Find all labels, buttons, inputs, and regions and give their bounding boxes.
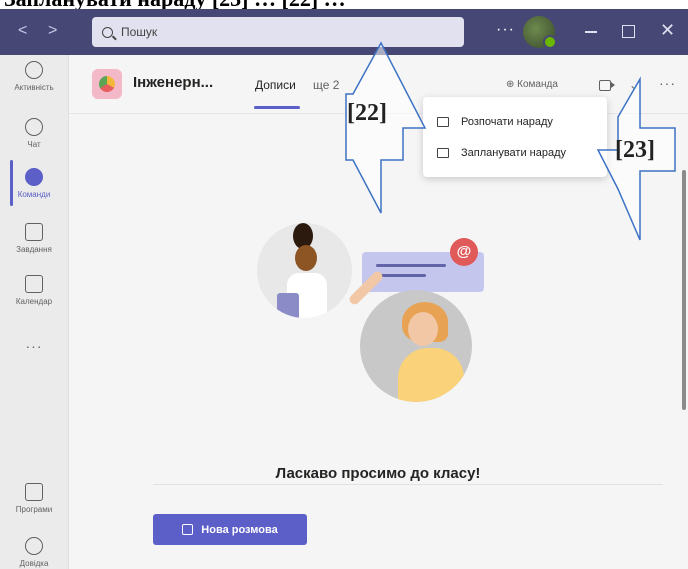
callout-arrows	[345, 41, 676, 241]
callout-arrow-22	[345, 41, 427, 214]
callout-label-23: [23]	[615, 137, 655, 163]
callout-label-22: [22]	[347, 100, 387, 126]
